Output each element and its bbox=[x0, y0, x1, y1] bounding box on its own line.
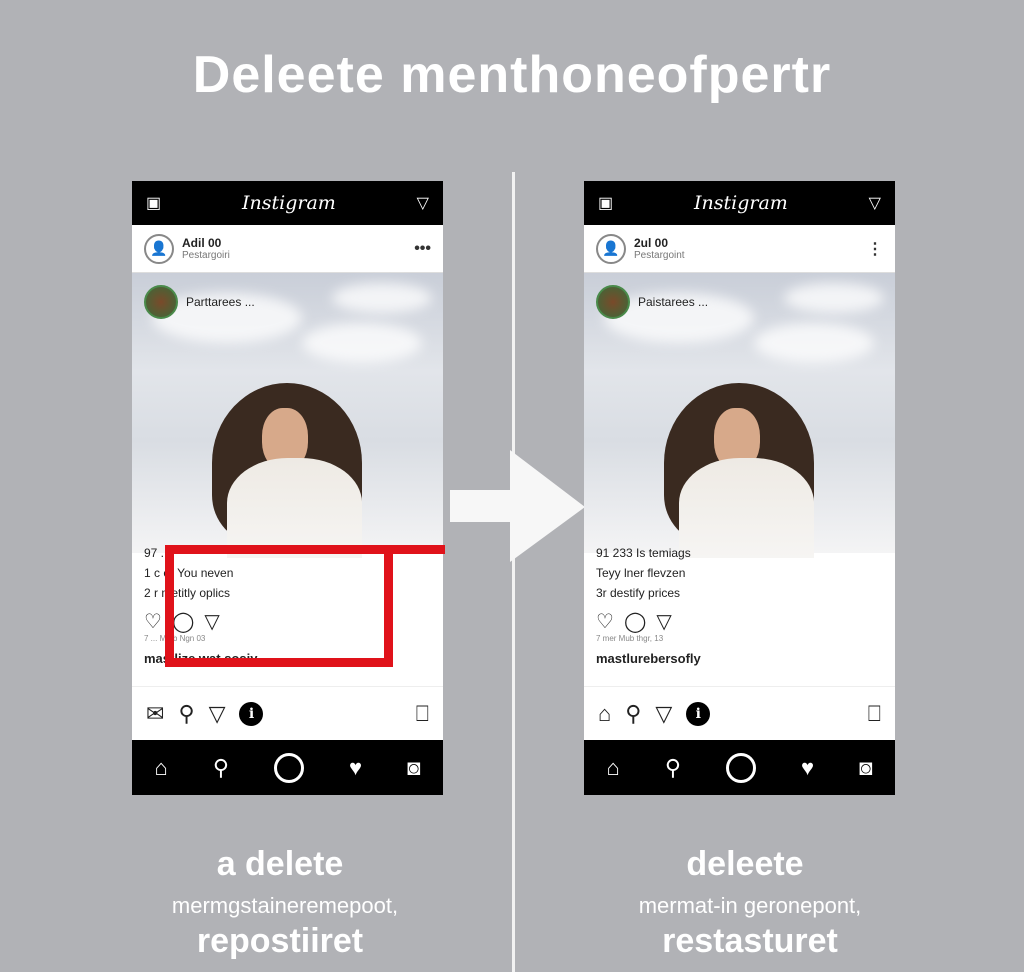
username: Adil 00 bbox=[182, 236, 222, 250]
create-icon[interactable] bbox=[274, 752, 304, 783]
top-bar: ▣ Instigram ▽ bbox=[132, 181, 443, 225]
post-image[interactable]: Parttarees ... bbox=[132, 273, 443, 558]
comment-icon[interactable]: ◯ bbox=[624, 609, 646, 634]
info-icon[interactable]: i bbox=[686, 701, 711, 726]
highlight-box bbox=[165, 545, 393, 667]
right-caption-footer: restasturet bbox=[662, 922, 838, 960]
overlay-name: Parttarees ... bbox=[186, 295, 255, 309]
inbox-icon[interactable]: ✉ bbox=[146, 701, 164, 727]
app-title: Instigram bbox=[242, 192, 336, 214]
more-options-icon[interactable]: ••• bbox=[414, 240, 431, 258]
post-caption: 91 233 Is temiags Teyy lner flevzen 3r d… bbox=[584, 543, 895, 603]
like-icon[interactable]: ♡ bbox=[144, 609, 162, 634]
caption-line: 91 233 Is temiags bbox=[596, 546, 691, 560]
post-image[interactable]: Paistarees ... bbox=[584, 273, 895, 558]
send-icon[interactable]: ▽ bbox=[209, 701, 226, 727]
home-icon[interactable]: ⌂ bbox=[607, 755, 620, 781]
camera-icon[interactable]: ▣ bbox=[598, 193, 613, 213]
user-subtitle: Pestargoint bbox=[634, 250, 685, 261]
phone-before: ▣ Instigram ▽ 👤 Adil 00 Pestargoiri ••• P… bbox=[132, 181, 443, 795]
right-caption-title: deleete bbox=[686, 845, 804, 883]
left-caption-line: mermgstaineremepoot, bbox=[171, 893, 399, 918]
avatar[interactable]: 👤 bbox=[596, 233, 626, 264]
search-icon[interactable]: ⚲ bbox=[665, 755, 681, 781]
divider bbox=[512, 172, 515, 972]
camera-icon[interactable]: ▣ bbox=[146, 193, 161, 213]
more-options-icon[interactable]: ⋮ bbox=[867, 239, 883, 259]
top-bar: ▣ Instigram ▽ bbox=[584, 181, 895, 225]
headline: Deleete menthoneofpertr bbox=[192, 46, 832, 104]
overlay-avatar[interactable] bbox=[144, 285, 178, 319]
post-username: mastlurebersofly bbox=[596, 651, 701, 666]
send-icon[interactable]: ▽ bbox=[869, 193, 881, 213]
avatar[interactable]: 👤 bbox=[144, 233, 174, 264]
user-subtitle: Pestargoiri bbox=[182, 250, 230, 261]
username: 2ul 00 bbox=[634, 236, 669, 250]
overlay-name: Paistarees ... bbox=[638, 295, 709, 309]
search-icon[interactable]: ⚲ bbox=[178, 701, 194, 727]
phone-after: ▣ Instigram ▽ 👤 2ul 00 Pestargoint ⋮ Pais… bbox=[584, 181, 895, 795]
app-title: Instigram bbox=[694, 192, 788, 214]
bookmark-icon[interactable]: ⎕ bbox=[416, 701, 429, 727]
arrow-right-icon bbox=[450, 450, 585, 562]
heart-icon[interactable]: ♥ bbox=[349, 755, 362, 781]
action-bar: ⌂ ⚲ ▽ i ⎕ bbox=[584, 686, 895, 740]
caption-line: Teyy lner flevzen bbox=[596, 566, 686, 580]
overlay-avatar[interactable] bbox=[596, 285, 630, 319]
profile-row[interactable]: 👤 Adil 00 Pestargoiri ••• bbox=[132, 225, 443, 273]
left-caption-title: a delete bbox=[216, 845, 344, 883]
send-icon[interactable]: ▽ bbox=[417, 193, 429, 213]
profile-row[interactable]: 👤 2ul 00 Pestargoint ⋮ bbox=[584, 225, 895, 273]
camera-icon[interactable]: ◙ bbox=[859, 755, 872, 781]
camera-icon[interactable]: ◙ bbox=[407, 755, 420, 781]
bookmark-icon[interactable]: ⎕ bbox=[868, 701, 881, 727]
action-bar: ✉ ⚲ ▽ i ⎕ bbox=[132, 686, 443, 740]
search-icon[interactable]: ⚲ bbox=[625, 701, 641, 727]
info-icon[interactable]: i bbox=[239, 701, 264, 726]
share-icon[interactable]: ▽ bbox=[656, 609, 671, 634]
left-caption-footer: repostiiret bbox=[196, 922, 364, 960]
caption-line: 3r destify prices bbox=[596, 586, 681, 600]
heart-icon[interactable]: ♥ bbox=[801, 755, 814, 781]
bottom-nav: ⌂ ⚲ ♥ ◙ bbox=[132, 740, 443, 795]
post-meta: 7 mer Mub thgr, 13 bbox=[596, 634, 664, 643]
right-caption-line: mermat-in geronepont, bbox=[638, 893, 862, 918]
search-icon[interactable]: ⚲ bbox=[213, 755, 229, 781]
home-icon[interactable]: ⌂ bbox=[155, 755, 168, 781]
send-icon[interactable]: ▽ bbox=[655, 701, 672, 727]
home-icon[interactable]: ⌂ bbox=[598, 701, 611, 727]
create-icon[interactable] bbox=[726, 752, 756, 783]
like-icon[interactable]: ♡ bbox=[596, 609, 614, 634]
bottom-nav: ⌂ ⚲ ♥ ◙ bbox=[584, 740, 895, 795]
